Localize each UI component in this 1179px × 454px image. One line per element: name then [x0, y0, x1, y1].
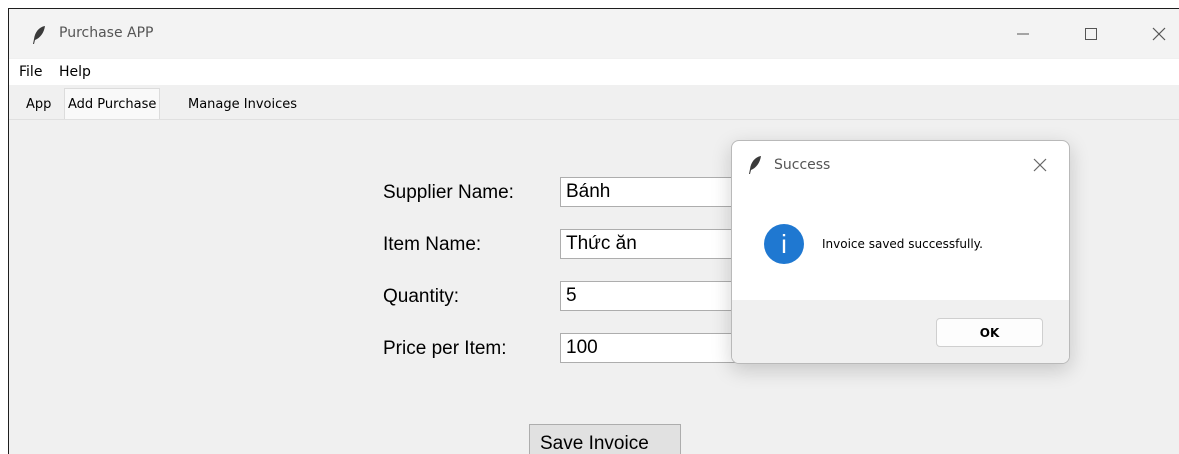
item-name-label: Item Name:	[383, 234, 482, 255]
supplier-name-input[interactable]	[560, 177, 760, 207]
close-icon	[1033, 158, 1047, 172]
tab-bar: App Add Purchase Manage Invoices	[9, 86, 1179, 120]
save-invoice-button[interactable]: Save Invoice	[529, 424, 681, 454]
info-icon: i	[764, 224, 804, 264]
window-title: Purchase APP	[59, 25, 154, 41]
minimize-icon	[1017, 33, 1029, 35]
ok-button[interactable]: OK	[936, 318, 1043, 347]
price-per-item-label: Price per Item:	[383, 338, 507, 359]
quantity-input[interactable]	[560, 281, 760, 311]
menu-bar: File Help	[9, 59, 1179, 85]
maximize-button[interactable]	[1071, 19, 1111, 49]
dialog-close-button[interactable]	[1022, 151, 1058, 179]
maximize-icon	[1085, 28, 1097, 40]
close-button[interactable]	[1139, 19, 1179, 49]
menu-help[interactable]: Help	[59, 64, 91, 80]
minimize-button[interactable]	[1003, 19, 1043, 49]
feather-icon	[33, 26, 45, 44]
menu-file[interactable]: File	[19, 64, 42, 80]
feather-icon	[749, 156, 761, 174]
dialog-message: Invoice saved successfully.	[822, 237, 983, 251]
tab-manage-invoices[interactable]: Manage Invoices	[185, 91, 300, 118]
item-name-input[interactable]	[560, 229, 760, 259]
tab-add-purchase[interactable]: Add Purchase	[64, 88, 161, 119]
dialog-footer: OK	[732, 300, 1069, 363]
tab-app[interactable]: App	[23, 91, 54, 118]
success-dialog: Success i Invoice saved successfully. OK	[731, 140, 1070, 364]
title-bar[interactable]: Purchase APP	[9, 9, 1179, 58]
quantity-label: Quantity:	[383, 286, 460, 307]
supplier-name-label: Supplier Name:	[383, 182, 514, 203]
price-per-item-input[interactable]	[560, 333, 760, 363]
close-icon	[1152, 27, 1166, 41]
dialog-title: Success	[774, 157, 831, 173]
